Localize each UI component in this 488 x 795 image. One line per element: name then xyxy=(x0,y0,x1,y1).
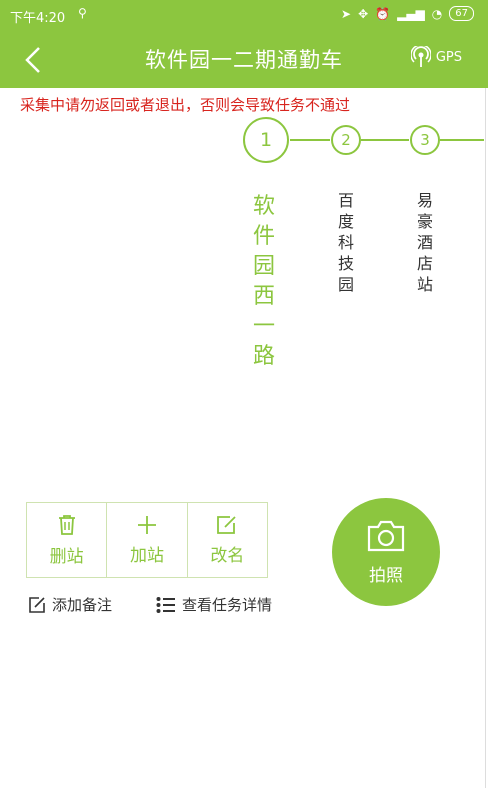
status-icons: ➤ ✥ ⏰ ▂▄▆ ◔ 67 xyxy=(341,6,474,21)
step-2-name[interactable]: 百度科技园 xyxy=(332,190,360,295)
rename-station-label: 改名 xyxy=(210,545,245,566)
view-task-details-link[interactable]: 查看任务详情 xyxy=(156,594,272,615)
battery-icon: 67 xyxy=(449,6,474,21)
step-3-circle[interactable]: 3 xyxy=(410,125,440,155)
warning-message: 采集中请勿返回或者退出，否则会导致任务不通过 xyxy=(20,96,351,114)
step-connector xyxy=(440,139,484,141)
add-station-button[interactable]: 加站 xyxy=(107,503,188,577)
camera-icon xyxy=(367,520,405,551)
step-connector xyxy=(290,139,330,141)
edit-icon xyxy=(217,515,236,534)
signal-icon: ▂▄▆ xyxy=(397,6,425,21)
gps-label: GPS xyxy=(435,49,462,65)
gps-button[interactable]: GPS xyxy=(410,46,462,68)
take-photo-button[interactable]: 拍照 xyxy=(332,498,440,606)
step-1-circle[interactable]: 1 xyxy=(243,117,289,163)
add-station-label: 加站 xyxy=(129,545,164,566)
app-header: 下午4:20 ⚲ ➤ ✥ ⏰ ▂▄▆ ◔ 67 软件园一二期通勤车 GPS xyxy=(0,0,488,88)
view-task-details-label: 查看任务详情 xyxy=(182,596,273,614)
alarm-icon: ⏰ xyxy=(375,6,391,21)
station-tools: 删站 加站 改名 xyxy=(26,502,268,578)
location-pin-icon: ⚲ xyxy=(78,6,87,20)
take-photo-label: 拍照 xyxy=(369,565,403,586)
step-connector xyxy=(361,139,409,141)
plus-icon xyxy=(137,515,156,534)
trash-icon xyxy=(58,514,75,535)
status-time: 下午4:20 xyxy=(10,11,66,26)
list-icon xyxy=(156,596,175,613)
delete-station-button[interactable]: 删站 xyxy=(27,503,108,577)
rename-station-button[interactable]: 改名 xyxy=(188,503,267,577)
step-3-name[interactable]: 易豪酒店站 xyxy=(411,190,439,295)
step-1-name[interactable]: 软件园西一路 xyxy=(250,192,278,372)
vibrate-icon: ✥ xyxy=(358,6,369,21)
divider xyxy=(485,88,486,788)
wifi-icon: ◔ xyxy=(431,6,443,21)
add-note-link[interactable]: 添加备注 xyxy=(28,594,112,615)
status-bar: 下午4:20 ⚲ ➤ ✥ ⏰ ▂▄▆ ◔ 67 xyxy=(0,0,488,30)
note-edit-icon xyxy=(29,596,45,613)
step-2-circle[interactable]: 2 xyxy=(331,125,361,155)
gps-signal-icon xyxy=(410,46,431,67)
delete-station-label: 删站 xyxy=(49,546,84,567)
navigation-icon: ➤ xyxy=(341,6,352,21)
add-note-label: 添加备注 xyxy=(52,596,113,614)
